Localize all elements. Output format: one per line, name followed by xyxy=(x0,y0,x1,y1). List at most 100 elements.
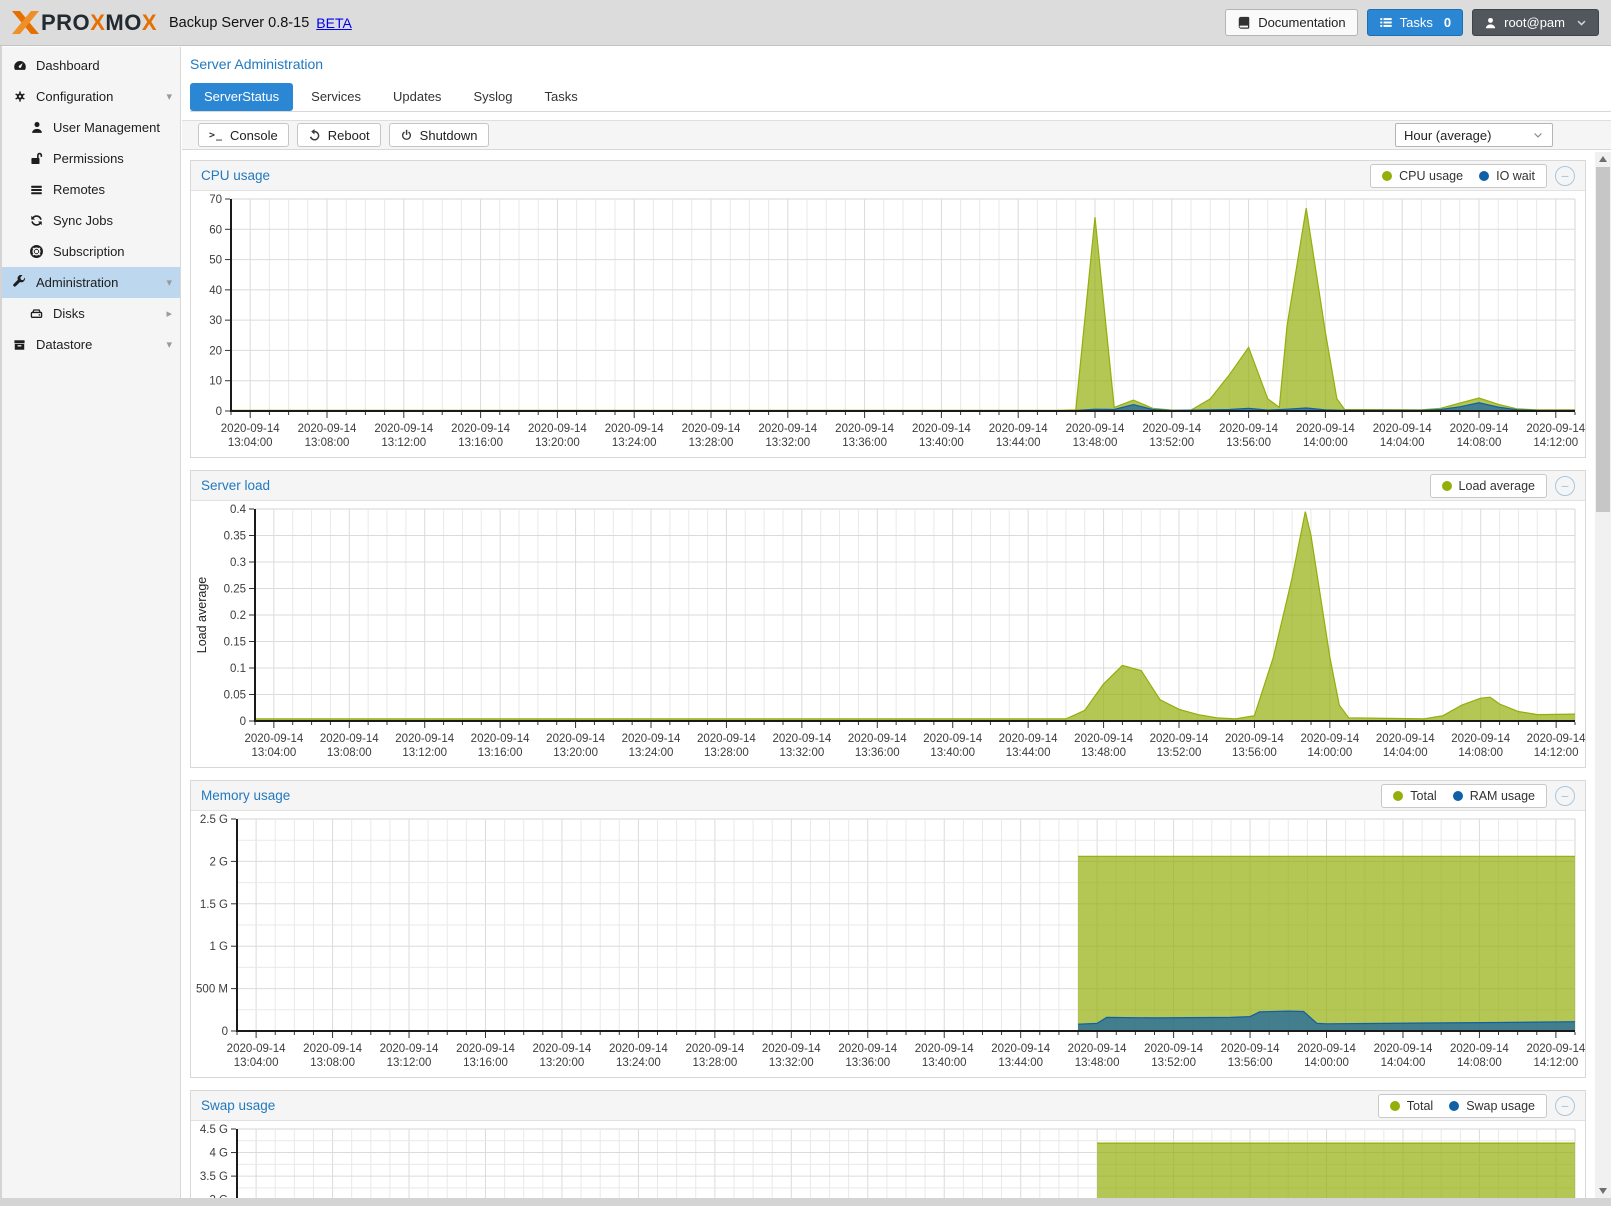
chevron-down-icon[interactable]: ▾ xyxy=(166,276,172,289)
shutdown-button[interactable]: Shutdown xyxy=(389,123,489,147)
sidebar-item-user-management[interactable]: User Management xyxy=(0,112,180,143)
scroll-up-arrow[interactable] xyxy=(1595,152,1611,166)
legend-dot xyxy=(1453,791,1463,801)
svg-text:70: 70 xyxy=(209,194,222,206)
scrollbar-thumb[interactable] xyxy=(1596,167,1610,512)
console-button[interactable]: >_ Console xyxy=(198,123,289,147)
svg-text:2020-09-1414:00:00: 2020-09-1414:00:00 xyxy=(1300,733,1359,759)
tab-syslog[interactable]: Syslog xyxy=(459,83,526,111)
panel-title: Server load xyxy=(201,478,270,493)
lifering-icon xyxy=(28,244,45,260)
memory-usage-chart[interactable]: 0500 M1 G1.5 G2 G2.5 G2020-09-1413:04:00… xyxy=(191,811,1585,1077)
svg-text:50: 50 xyxy=(209,255,222,267)
server-toolbar: >_ Console Reboot Shutdown Hour (average… xyxy=(182,120,1611,150)
svg-text:2020-09-1413:44:00: 2020-09-1413:44:00 xyxy=(991,1043,1050,1069)
tab-services[interactable]: Services xyxy=(297,83,375,111)
sidebar-item-dashboard[interactable]: Dashboard xyxy=(0,50,180,81)
sidebar-item-label: Subscription xyxy=(53,244,125,259)
tasks-button[interactable]: Tasks 0 xyxy=(1367,9,1463,36)
collapse-panel-icon[interactable]: − xyxy=(1555,166,1575,186)
legend-dot xyxy=(1449,1101,1459,1111)
legend-dot xyxy=(1479,171,1489,181)
sidebar-item-permissions[interactable]: Permissions xyxy=(0,143,180,174)
svg-text:2020-09-1413:32:00: 2020-09-1413:32:00 xyxy=(762,1043,821,1069)
chart-legend: CPU usage IO wait xyxy=(1370,164,1547,188)
svg-text:2020-09-1414:08:00: 2020-09-1414:08:00 xyxy=(1451,733,1510,759)
sidebar-item-label: Datastore xyxy=(36,337,92,352)
timeframe-select[interactable]: Hour (average) xyxy=(1395,123,1553,147)
svg-text:2020-09-1413:28:00: 2020-09-1413:28:00 xyxy=(682,423,741,449)
svg-text:0.3: 0.3 xyxy=(230,557,246,569)
legend-item: Load average xyxy=(1442,479,1535,493)
sidebar-item-configuration[interactable]: Configuration ▾ xyxy=(0,81,180,112)
svg-text:2020-09-1413:08:00: 2020-09-1413:08:00 xyxy=(303,1043,362,1069)
svg-text:0.25: 0.25 xyxy=(224,584,246,596)
server-load-chart[interactable]: 00.050.10.150.20.250.30.350.42020-09-141… xyxy=(191,501,1585,767)
sidebar-item-sync-jobs[interactable]: Sync Jobs xyxy=(0,205,180,236)
beta-link[interactable]: BETA xyxy=(316,15,352,31)
svg-text:0.35: 0.35 xyxy=(224,531,246,543)
sidebar-item-remotes[interactable]: Remotes xyxy=(0,174,180,205)
server-load-panel: Server load Load average − 00.050.10.150… xyxy=(190,470,1586,768)
legend-item: RAM usage xyxy=(1453,789,1535,803)
sidebar-item-label: Dashboard xyxy=(36,58,100,73)
legend-item: CPU usage xyxy=(1382,169,1463,183)
svg-text:2020-09-1414:12:00: 2020-09-1414:12:00 xyxy=(1526,1043,1585,1069)
chevron-down-icon[interactable]: ▾ xyxy=(166,90,172,103)
dashboard-icon xyxy=(11,58,28,74)
svg-text:2020-09-1414:00:00: 2020-09-1414:00:00 xyxy=(1297,1043,1356,1069)
sidebar-item-label: Configuration xyxy=(36,89,113,104)
svg-text:1 G: 1 G xyxy=(209,941,228,953)
svg-text:2020-09-1413:32:00: 2020-09-1413:32:00 xyxy=(758,423,817,449)
tab-serverstatus[interactable]: ServerStatus xyxy=(190,83,293,111)
chart-legend: Total Swap usage xyxy=(1378,1094,1547,1118)
collapse-panel-icon[interactable]: − xyxy=(1555,476,1575,496)
svg-text:2020-09-1413:12:00: 2020-09-1413:12:00 xyxy=(380,1043,439,1069)
sidebar-item-administration[interactable]: Administration▾ xyxy=(0,267,180,298)
panel-header: Memory usage Total RAM usage − xyxy=(191,781,1585,811)
svg-text:2020-09-1413:24:00: 2020-09-1413:24:00 xyxy=(609,1043,668,1069)
sidebar-item-disks[interactable]: Disks▸ xyxy=(0,298,180,329)
svg-text:30: 30 xyxy=(209,315,222,327)
documentation-button[interactable]: Documentation xyxy=(1225,9,1357,36)
svg-text:40: 40 xyxy=(209,285,222,297)
sidebar-item-label: Remotes xyxy=(53,182,105,197)
scroll-down-arrow[interactable] xyxy=(1595,1184,1611,1198)
svg-text:2020-09-1413:52:00: 2020-09-1413:52:00 xyxy=(1144,1043,1203,1069)
collapse-panel-icon[interactable]: − xyxy=(1555,786,1575,806)
svg-text:2020-09-1413:12:00: 2020-09-1413:12:00 xyxy=(395,733,454,759)
tab-tasks[interactable]: Tasks xyxy=(530,83,591,111)
svg-text:2020-09-1413:20:00: 2020-09-1413:20:00 xyxy=(532,1043,591,1069)
svg-text:2020-09-1413:08:00: 2020-09-1413:08:00 xyxy=(298,423,357,449)
svg-text:2020-09-1413:20:00: 2020-09-1413:20:00 xyxy=(528,423,587,449)
svg-text:0.05: 0.05 xyxy=(224,690,246,702)
svg-text:20: 20 xyxy=(209,345,222,357)
svg-text:2020-09-1413:20:00: 2020-09-1413:20:00 xyxy=(546,733,605,759)
sidebar-item-label: User Management xyxy=(53,120,160,135)
cpu-usage-chart[interactable]: 0102030405060702020-09-1413:04:002020-09… xyxy=(191,191,1585,457)
svg-text:2020-09-1413:52:00: 2020-09-1413:52:00 xyxy=(1150,733,1209,759)
svg-text:2020-09-1413:56:00: 2020-09-1413:56:00 xyxy=(1219,423,1278,449)
chevron-right-icon[interactable]: ▸ xyxy=(166,307,172,320)
tab-updates[interactable]: Updates xyxy=(379,83,455,111)
reboot-button[interactable]: Reboot xyxy=(297,123,381,147)
product-version-label: Backup Server 0.8-15 xyxy=(169,15,309,31)
svg-text:2020-09-1413:24:00: 2020-09-1413:24:00 xyxy=(605,423,664,449)
reboot-icon xyxy=(308,129,321,142)
svg-text:2.5 G: 2.5 G xyxy=(200,814,228,826)
legend-dot xyxy=(1382,171,1392,181)
svg-text:2020-09-1414:08:00: 2020-09-1414:08:00 xyxy=(1450,423,1509,449)
sidebar-item-datastore[interactable]: Datastore ▾ xyxy=(0,329,180,360)
chevron-down-icon[interactable]: ▾ xyxy=(166,338,172,351)
remotes-icon xyxy=(28,182,45,198)
swap-usage-chart[interactable]: 0500 M1 G1.5 G2 G2.5 G3 G3.5 G4 G4.5 G20… xyxy=(191,1121,1585,1206)
collapse-panel-icon[interactable]: − xyxy=(1555,1096,1575,1116)
panel-header: Swap usage Total Swap usage − xyxy=(191,1091,1585,1121)
svg-text:2020-09-1413:36:00: 2020-09-1413:36:00 xyxy=(838,1043,897,1069)
vertical-scrollbar[interactable] xyxy=(1595,152,1611,1198)
user-menu-button[interactable]: root@pam xyxy=(1472,9,1599,36)
svg-text:10: 10 xyxy=(209,376,222,388)
sidebar-item-subscription[interactable]: Subscription xyxy=(0,236,180,267)
svg-text:2020-09-1413:48:00: 2020-09-1413:48:00 xyxy=(1066,423,1125,449)
proxmox-x-icon xyxy=(12,11,39,34)
